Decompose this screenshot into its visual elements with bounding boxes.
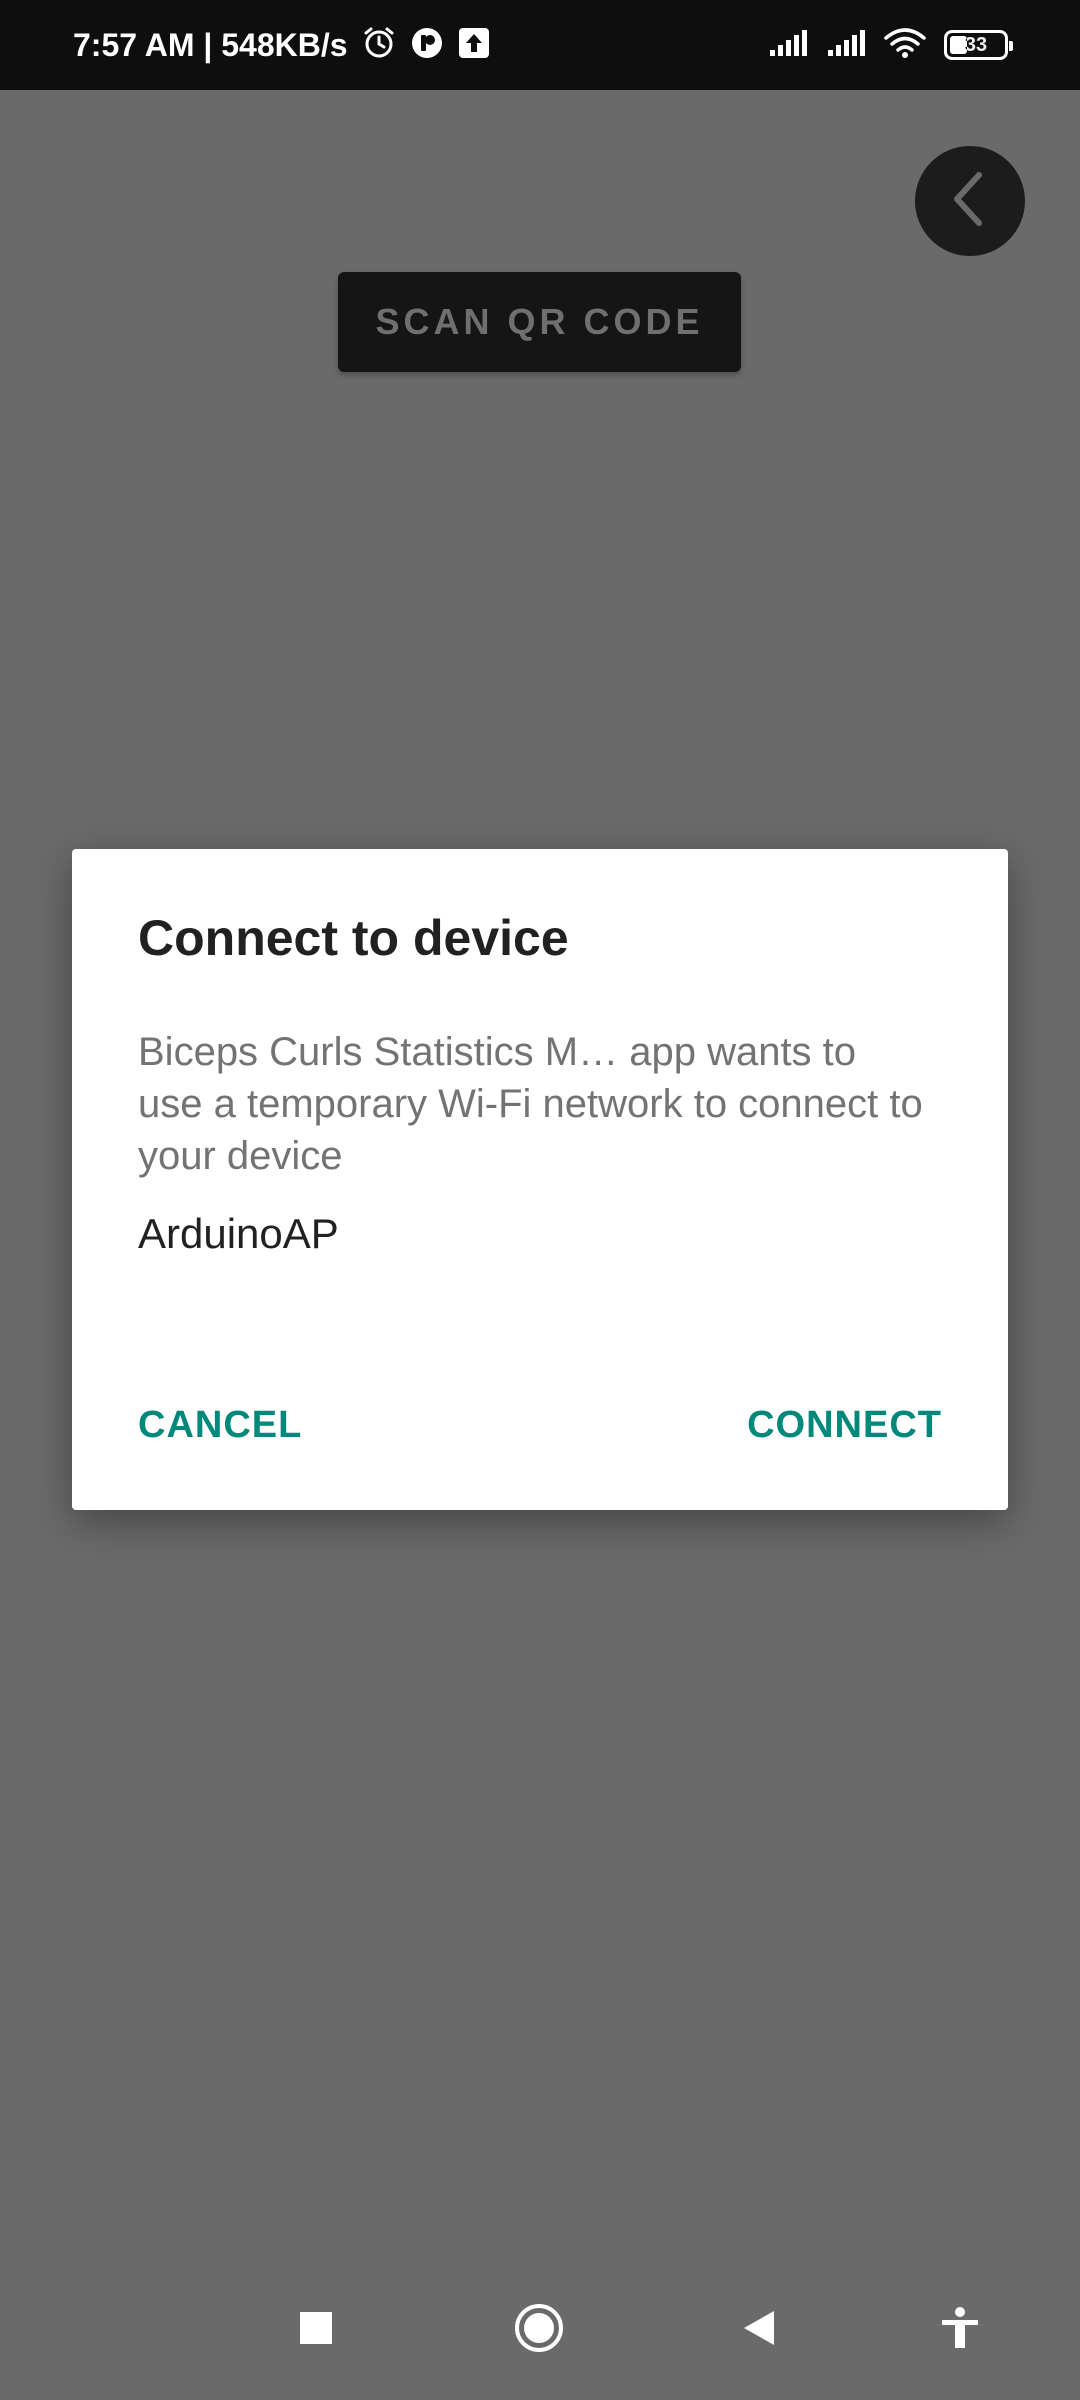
recents-icon (298, 2310, 334, 2351)
dialog-title: Connect to device (138, 910, 569, 966)
nav-back-button[interactable] (700, 2260, 820, 2400)
battery-level: 33 (964, 33, 988, 56)
accessibility-icon (938, 2306, 982, 2355)
connect-button[interactable]: CONNECT (747, 1399, 942, 1451)
signal-icon (768, 28, 808, 63)
status-bar: 7:57 AM | 548KB/s 33 (0, 0, 1080, 90)
recents-button[interactable] (256, 2260, 376, 2400)
status-right: 33 (768, 0, 1013, 90)
accessibility-button[interactable] (900, 2260, 1020, 2400)
alarm-icon (362, 26, 396, 65)
signal-icon (826, 28, 866, 63)
back-button[interactable] (915, 146, 1025, 256)
wifi-icon (884, 27, 926, 64)
connect-dialog: Connect to device Biceps Curls Statistic… (72, 849, 1008, 1510)
cancel-button[interactable]: CANCEL (138, 1399, 302, 1451)
upload-icon (458, 27, 490, 64)
home-button[interactable] (479, 2260, 599, 2400)
battery-icon: 33 (944, 30, 1013, 60)
back-icon (740, 2308, 780, 2353)
status-time-speed: 7:57 AM | 548KB/s (73, 26, 348, 63)
status-left: 7:57 AM | 548KB/s (73, 0, 490, 90)
scan-qr-code-button[interactable]: SCAN QR CODE (338, 272, 741, 372)
status-icons-left (362, 26, 490, 65)
device-name: ArduinoAP (138, 1210, 339, 1257)
home-icon (513, 2302, 565, 2359)
app-notification-icon (410, 26, 444, 65)
navigation-bar (0, 2260, 1080, 2400)
chevron-left-icon (945, 169, 995, 234)
dialog-message: Biceps Curls Statistics M… app wants to … (138, 1030, 923, 1178)
